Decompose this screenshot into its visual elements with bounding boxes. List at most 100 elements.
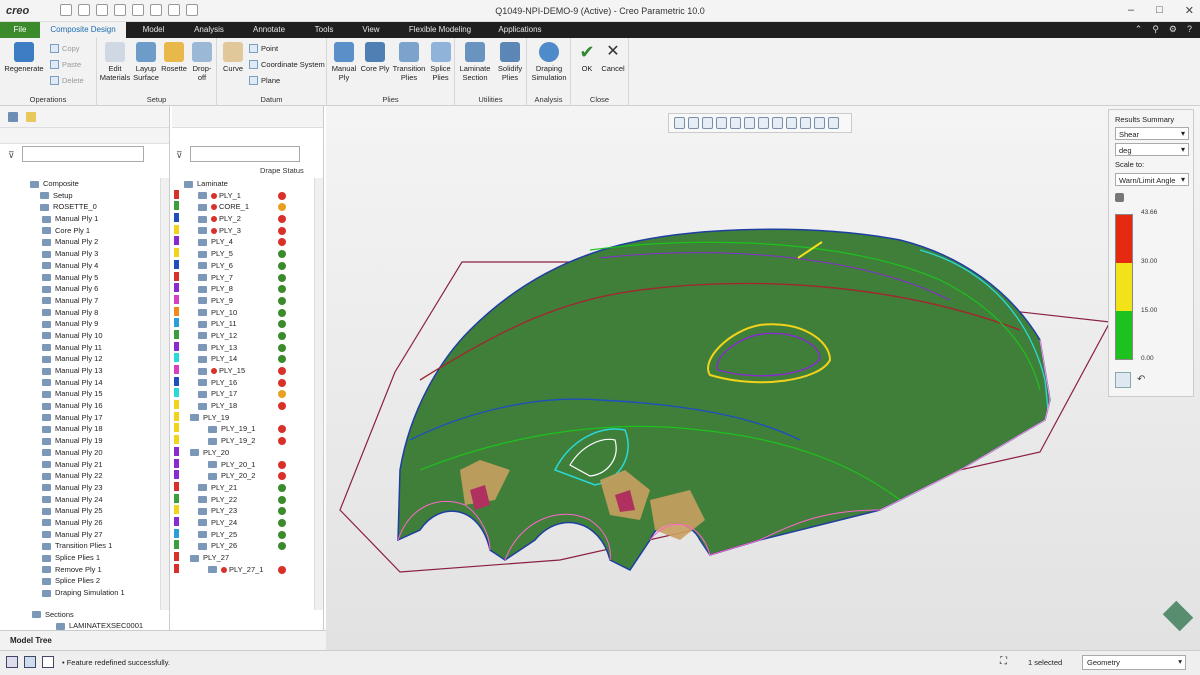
- section-display-icon[interactable]: [828, 117, 839, 129]
- view-manager-icon[interactable]: [758, 117, 769, 129]
- ply-row[interactable]: PLY_23: [172, 505, 311, 517]
- zoom-in-icon[interactable]: [688, 117, 699, 129]
- tab-applications[interactable]: Applications: [485, 22, 555, 38]
- unit-select[interactable]: deg: [1115, 143, 1189, 156]
- ply-row[interactable]: PLY_18: [172, 400, 311, 412]
- ply-row[interactable]: PLY_6: [172, 259, 311, 272]
- tree-item[interactable]: Manual Ply 26: [8, 517, 159, 529]
- point-button[interactable]: Point: [249, 44, 278, 53]
- composite-part-model[interactable]: [326, 106, 1200, 650]
- tab-flexible-modeling[interactable]: Flexible Modeling: [395, 22, 485, 38]
- tree-item[interactable]: Manual Ply 15: [8, 388, 159, 400]
- perspective-icon[interactable]: [772, 117, 783, 129]
- ply-row[interactable]: PLY_19: [172, 411, 311, 424]
- tree-item[interactable]: Draping Simulation 1: [8, 587, 159, 599]
- ply-row[interactable]: PLY_16: [172, 376, 311, 389]
- ply-row[interactable]: PLY_10: [172, 306, 311, 319]
- ply-row[interactable]: CORE_1: [172, 201, 311, 213]
- tree-item[interactable]: Manual Ply 1: [8, 213, 159, 225]
- ply-row[interactable]: PLY_8: [172, 283, 311, 295]
- scale-select[interactable]: Warn/Limit Angle: [1115, 173, 1189, 186]
- tree-item[interactable]: Manual Ply 17: [8, 412, 159, 424]
- reset-icon[interactable]: ↶: [1137, 374, 1145, 385]
- ply-row[interactable]: PLY_25: [172, 528, 311, 541]
- close-icon[interactable]: ✕: [1185, 4, 1194, 17]
- ply-row[interactable]: PLY_24: [172, 516, 311, 529]
- ply-row[interactable]: PLY_19_2: [172, 435, 311, 447]
- ply-row[interactable]: PLY_13: [172, 341, 311, 354]
- tree-item[interactable]: Manual Ply 24: [8, 494, 159, 506]
- ply-row[interactable]: PLY_4: [172, 236, 311, 248]
- model-tree-icon[interactable]: [8, 112, 18, 122]
- ply-row[interactable]: PLY_3: [172, 224, 311, 237]
- ply-row[interactable]: PLY_22: [172, 493, 311, 506]
- rosette-button[interactable]: Rosette: [161, 42, 187, 73]
- plane-button[interactable]: Plane: [249, 76, 280, 85]
- tab-composite-design[interactable]: Composite Design: [40, 22, 126, 38]
- ply-row[interactable]: PLY_17: [172, 388, 311, 400]
- delete-button[interactable]: Delete: [50, 76, 84, 85]
- saved-orientations-icon[interactable]: [744, 117, 755, 129]
- selection-filter-icon[interactable]: ⛶: [1000, 656, 1007, 667]
- tree-item[interactable]: Manual Ply 3: [8, 248, 159, 260]
- tree-item[interactable]: Manual Ply 5: [8, 272, 159, 284]
- ply-row[interactable]: PLY_14: [172, 353, 311, 365]
- operations-group-label[interactable]: Operations: [0, 95, 96, 104]
- transition-plies-button[interactable]: Transition Plies: [392, 42, 426, 82]
- curve-button[interactable]: Curve: [219, 42, 247, 73]
- layer-tree-icon[interactable]: [26, 112, 36, 122]
- tree-item[interactable]: Manual Ply 23: [8, 482, 159, 494]
- tree-item[interactable]: Core Ply 1: [8, 225, 159, 237]
- tree-item[interactable]: Manual Ply 9: [8, 318, 159, 330]
- tree-item[interactable]: Manual Ply 25: [8, 505, 159, 517]
- tree-root[interactable]: Composite: [8, 178, 159, 190]
- minimize-ribbon-icon[interactable]: ⌃: [1135, 24, 1143, 35]
- solidify-plies-button[interactable]: Solidify Plies: [494, 42, 526, 82]
- manual-ply-button[interactable]: Manual Ply: [329, 42, 359, 82]
- laminate-root[interactable]: Laminate: [172, 178, 311, 190]
- ok-button[interactable]: ✔ OK: [575, 42, 599, 73]
- help-icon[interactable]: ?: [1187, 24, 1192, 35]
- tab-view[interactable]: View: [347, 22, 395, 38]
- tree-item[interactable]: Transition Plies 1: [8, 540, 159, 552]
- tab-file[interactable]: File: [0, 22, 40, 38]
- ply-row[interactable]: PLY_2: [172, 213, 311, 225]
- tab-model-tree[interactable]: Model Tree: [10, 636, 52, 645]
- datum-group-label[interactable]: Datum: [217, 95, 326, 104]
- laminate-scrollbar[interactable]: [314, 178, 323, 610]
- cancel-button[interactable]: ✕ Cancel: [599, 42, 627, 73]
- setup-group-label[interactable]: Setup: [97, 95, 216, 104]
- drape-status-header[interactable]: Drape Status: [260, 166, 304, 175]
- annotation-display-icon[interactable]: [800, 117, 811, 129]
- tree-item[interactable]: Manual Ply 18: [8, 423, 159, 435]
- tree-item[interactable]: Manual Ply 6: [8, 283, 159, 295]
- tree-item[interactable]: Manual Ply 12: [8, 353, 159, 365]
- copy-button[interactable]: Copy: [50, 44, 80, 53]
- ply-row[interactable]: PLY_20_2: [172, 470, 311, 482]
- core-ply-button[interactable]: Core Ply: [360, 42, 390, 73]
- tree-item[interactable]: Manual Ply 22: [8, 470, 159, 482]
- ply-row[interactable]: PLY_11: [172, 318, 311, 330]
- tree-item[interactable]: Remove Ply 1: [8, 564, 159, 576]
- tree-item[interactable]: Splice Plies 2: [8, 575, 159, 587]
- splice-plies-button[interactable]: Splice Plies: [427, 42, 454, 82]
- ply-row[interactable]: PLY_15: [172, 365, 311, 377]
- tree-item[interactable]: Splice Plies 1: [8, 552, 159, 564]
- ply-row[interactable]: PLY_20: [172, 446, 311, 459]
- status-icon-3[interactable]: [42, 656, 54, 668]
- laminate-filter-icon[interactable]: ⊽: [176, 150, 183, 161]
- ply-row[interactable]: PLY_9: [172, 294, 311, 307]
- laminate-search-input[interactable]: [190, 146, 300, 162]
- paste-button[interactable]: Paste: [50, 60, 81, 69]
- coordinate-system-button[interactable]: Coordinate System: [249, 60, 325, 69]
- tree-item[interactable]: Manual Ply 16: [8, 400, 159, 412]
- plies-group-label[interactable]: Plies: [327, 95, 454, 104]
- tree-item[interactable]: Manual Ply 4: [8, 260, 159, 272]
- ply-row[interactable]: PLY_21: [172, 481, 311, 494]
- display-style-icon[interactable]: [730, 117, 741, 129]
- draping-simulation-button[interactable]: Draping Simulation: [529, 42, 569, 82]
- ply-row[interactable]: PLY_1: [172, 189, 311, 202]
- refit-icon[interactable]: [674, 117, 685, 129]
- tree-item[interactable]: Manual Ply 2: [8, 236, 159, 248]
- settings-icon[interactable]: ⚙: [1169, 24, 1177, 35]
